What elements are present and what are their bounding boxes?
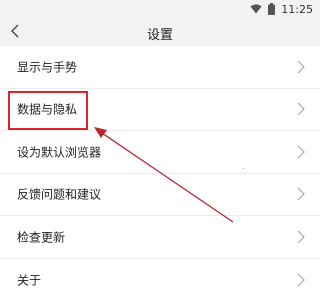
settings-item-label: 显示与手势	[17, 60, 78, 75]
decorative-dot	[243, 168, 244, 169]
page-title: 设置	[146, 28, 173, 43]
wifi-icon	[250, 4, 262, 14]
settings-item-label: 设为默认浏览器	[17, 145, 102, 160]
settings-item-feedback[interactable]: 反馈问题和建议	[0, 174, 320, 216]
settings-item-label: 关于	[17, 273, 42, 288]
status-time: 11:25	[281, 2, 313, 16]
chevron-right-icon	[297, 60, 305, 74]
settings-list: 显示与手势 数据与隐私 设为默认浏览器 反馈问题和建议 检查更新 关于	[0, 46, 320, 301]
settings-item-check-update[interactable]: 检查更新	[0, 216, 320, 259]
chevron-right-icon	[297, 145, 305, 159]
settings-item-label: 检查更新	[17, 230, 66, 245]
settings-item-label: 反馈问题和建议	[17, 187, 102, 202]
settings-item-about[interactable]: 关于	[0, 259, 320, 302]
status-bar: 11:25	[0, 0, 320, 18]
chevron-right-icon	[297, 273, 305, 287]
settings-item-label: 数据与隐私	[17, 102, 78, 117]
battery-icon	[268, 3, 276, 15]
chevron-right-icon	[297, 230, 305, 244]
settings-item-display-gestures[interactable]: 显示与手势	[0, 46, 320, 89]
settings-item-default-browser[interactable]: 设为默认浏览器	[0, 131, 320, 174]
chevron-right-icon	[297, 187, 305, 201]
app-header: 设置	[0, 18, 320, 46]
chevron-right-icon	[297, 102, 305, 116]
settings-item-data-privacy[interactable]: 数据与隐私	[0, 89, 320, 131]
status-icons: 11:25	[250, 2, 313, 16]
